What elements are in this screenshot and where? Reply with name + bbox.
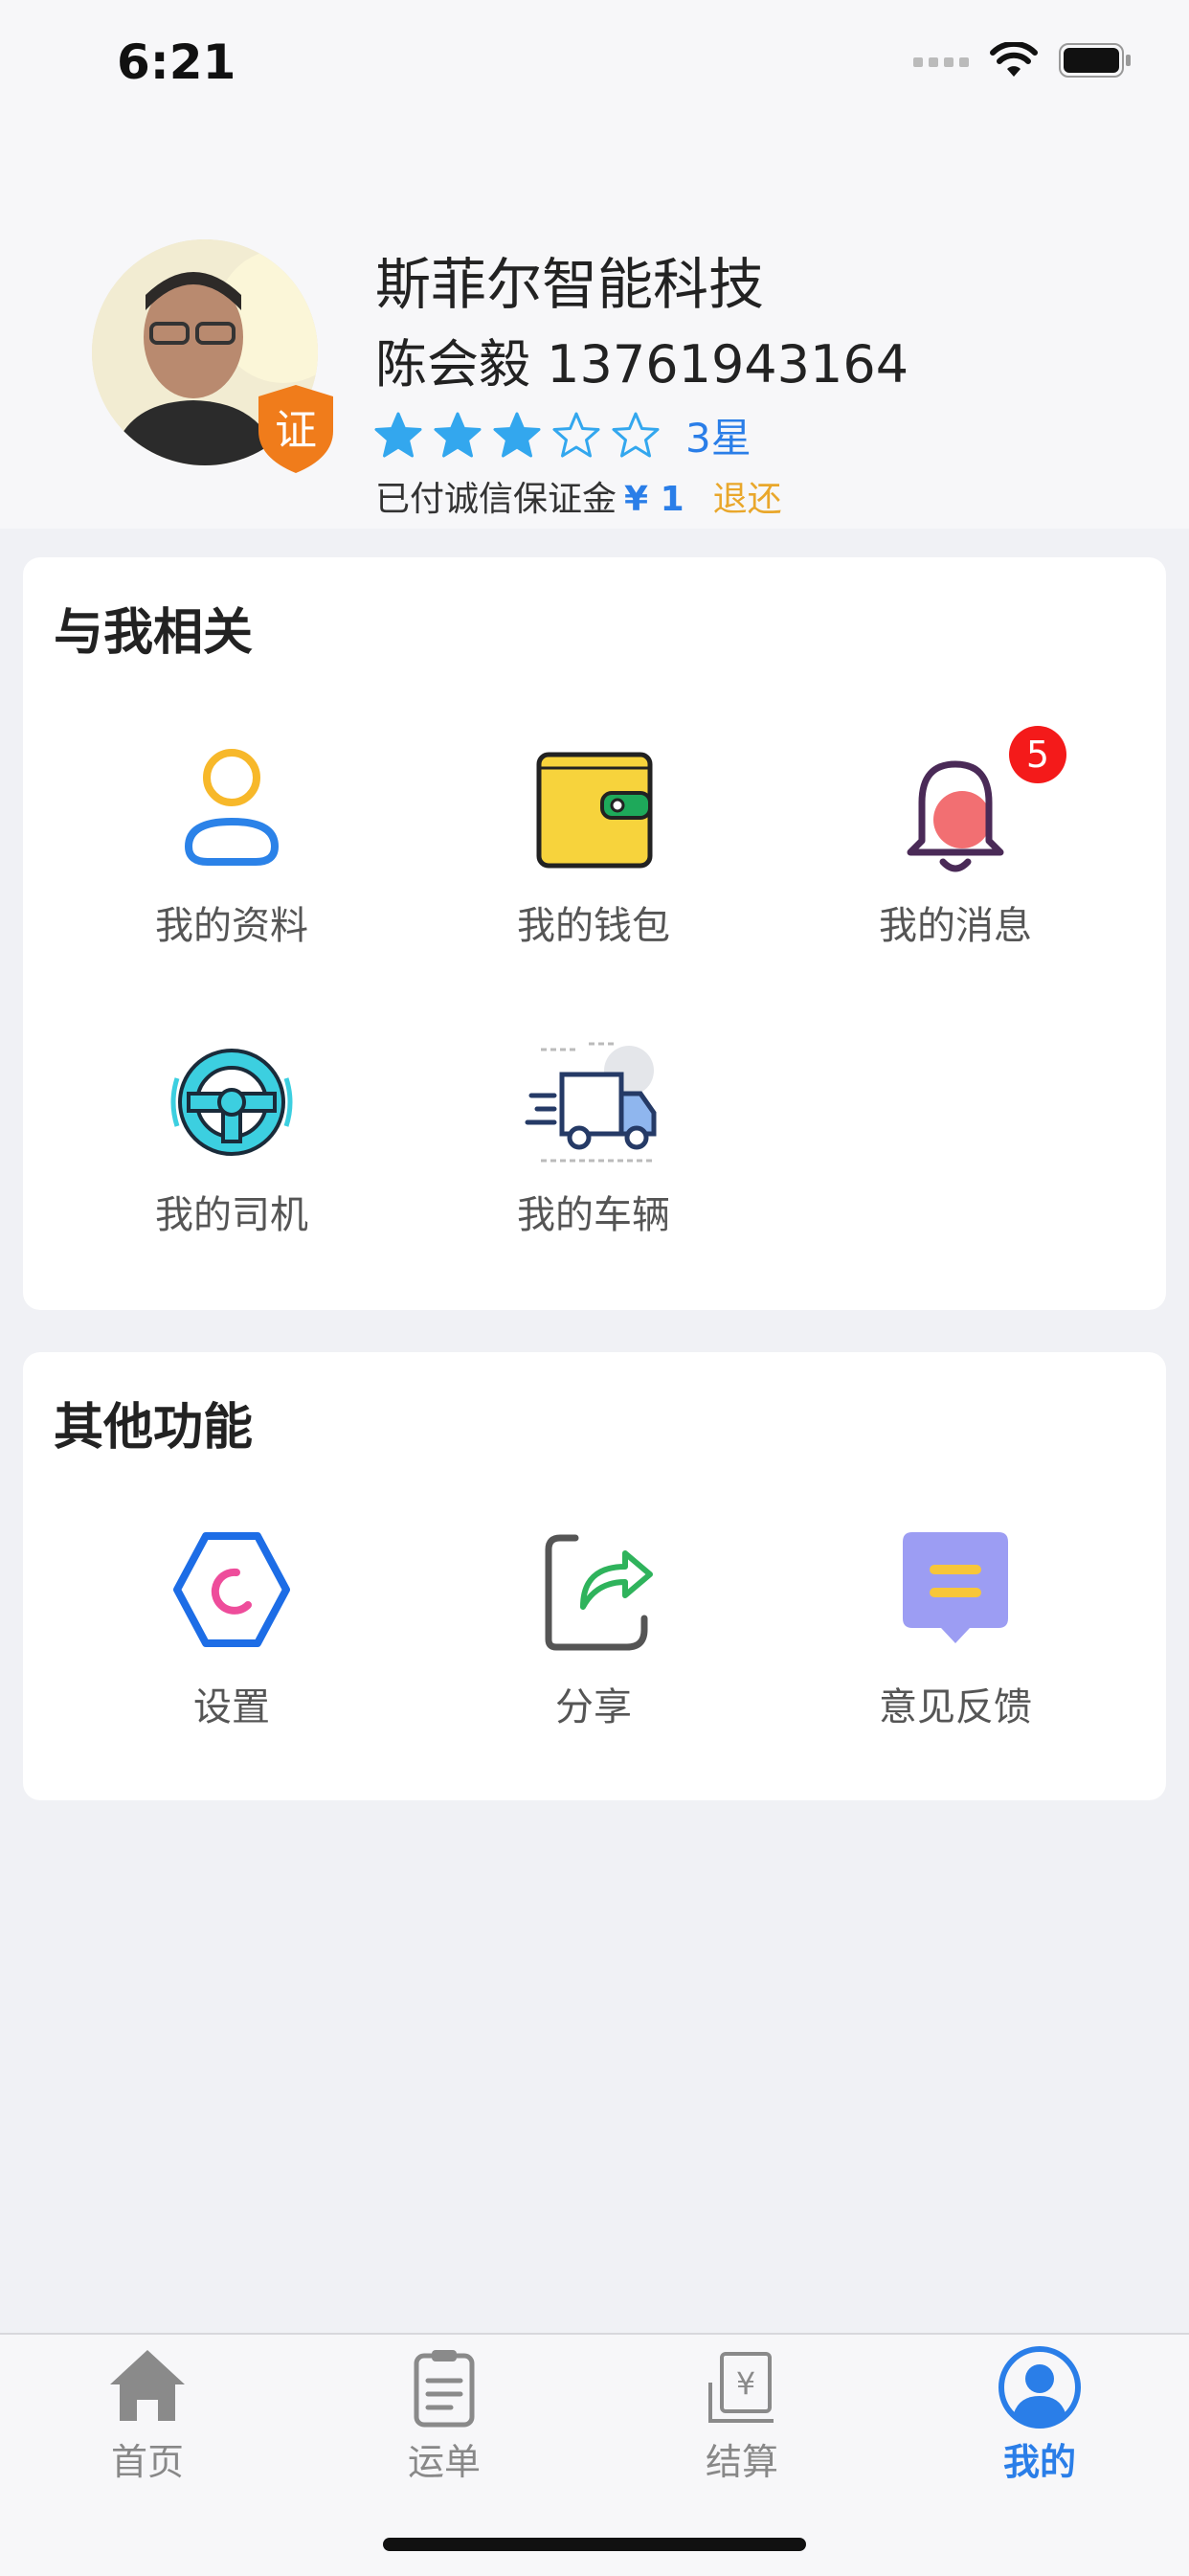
deposit-amount: ¥ 1 — [624, 480, 684, 519]
menu-item-wallet-label: 我的钱包 — [517, 904, 670, 948]
menu-item-settings[interactable]: 设置 — [51, 1523, 413, 1731]
avatar-container[interactable]: 证 — [92, 239, 337, 485]
tab-mine-label: 我的 — [1002, 2441, 1076, 2483]
menu-item-drivers[interactable]: 我的司机 — [51, 1030, 413, 1239]
share-icon — [545, 1534, 653, 1651]
status-bar: 6:21 — [0, 0, 1189, 134]
menu-item-share[interactable]: 分享 — [413, 1523, 774, 1731]
steering-wheel-icon — [170, 1049, 293, 1156]
wallet-icon — [536, 752, 653, 869]
status-indicators — [913, 42, 1132, 79]
svg-text:¥: ¥ — [736, 2365, 755, 2402]
wifi-icon — [990, 42, 1038, 77]
rating-label: 3星 — [685, 415, 752, 462]
certified-badge: 证 — [257, 383, 335, 475]
truck-icon — [525, 1042, 657, 1163]
menu-item-feedback-label: 意见反馈 — [879, 1685, 1032, 1729]
menu-item-profile[interactable]: 我的资料 — [51, 741, 413, 950]
menu-item-vehicles-label: 我的车辆 — [517, 1193, 670, 1237]
deposit-row: 已付诚信保证金 ¥ 1 退还 — [375, 471, 782, 521]
deposit-label: 已付诚信保证金 — [375, 480, 617, 519]
settlement-icon: ¥ — [708, 2352, 774, 2423]
menu-item-drivers-label: 我的司机 — [155, 1193, 308, 1237]
battery-icon — [1059, 43, 1131, 78]
tab-mine[interactable]: 我的 — [944, 2344, 1135, 2485]
menu-item-vehicles[interactable]: 我的车辆 — [413, 1030, 774, 1239]
related-card-title: 与我相关 — [54, 604, 254, 662]
tab-home-label: 首页 — [110, 2441, 184, 2483]
menu-item-settings-label: 设置 — [193, 1685, 270, 1729]
refund-link[interactable]: 退还 — [713, 480, 782, 519]
menu-item-messages-label: 我的消息 — [879, 904, 1032, 948]
star-filled-icon — [493, 412, 541, 457]
star-empty-icon — [552, 412, 600, 457]
star-filled-icon — [434, 412, 482, 457]
tab-waybill[interactable]: 运单 — [348, 2344, 540, 2485]
menu-item-profile-label: 我的资料 — [155, 904, 308, 948]
menu-item-share-label: 分享 — [555, 1685, 632, 1729]
bell-icon — [907, 760, 1004, 872]
home-icon — [110, 2350, 185, 2421]
menu-item-feedback[interactable]: 意见反馈 — [774, 1523, 1136, 1731]
star-empty-icon — [612, 412, 660, 457]
signal-icon — [913, 57, 969, 67]
rating: 3星 — [373, 406, 752, 464]
tab-home[interactable]: 首页 — [52, 2344, 243, 2485]
tab-settlement[interactable]: ¥ 结算 — [646, 2344, 838, 2485]
tab-waybill-label: 运单 — [407, 2441, 481, 2483]
status-time: 6:21 — [117, 34, 236, 90]
profile-icon — [184, 749, 280, 866]
home-indicator — [383, 2538, 806, 2551]
star-row — [373, 411, 670, 461]
clipboard-icon — [414, 2350, 475, 2428]
other-card-title: 其他功能 — [54, 1399, 254, 1457]
message-count-badge: 5 — [1009, 726, 1066, 783]
user-circle-icon — [998, 2346, 1081, 2429]
user-name-phone: 陈会毅 13761943164 — [375, 334, 909, 395]
feedback-icon — [903, 1532, 1008, 1643]
settings-icon — [173, 1532, 290, 1647]
company-name: 斯菲尔智能科技 — [375, 252, 765, 317]
profile-header: 证 斯菲尔智能科技 陈会毅 13761943164 3星 已付诚信保证金 ¥ 1 退… — [0, 134, 1189, 529]
menu-item-wallet[interactable]: 我的钱包 — [413, 741, 774, 950]
tab-settlement-label: 结算 — [705, 2441, 778, 2483]
menu-item-messages[interactable]: 我的消息 — [774, 741, 1136, 950]
certified-badge-text: 证 — [275, 406, 317, 455]
star-filled-icon — [374, 412, 422, 457]
